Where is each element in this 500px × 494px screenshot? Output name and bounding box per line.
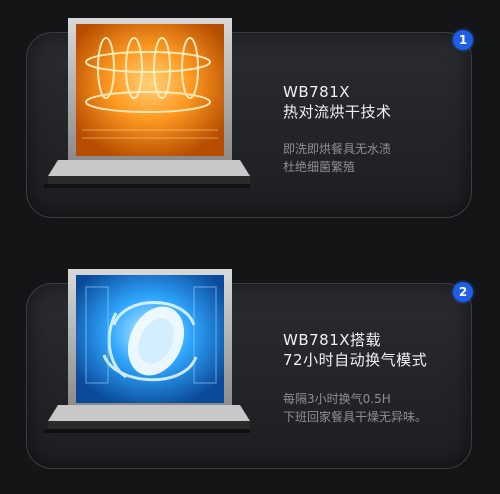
feature-description-line2: 下班回家餐具干燥无异味。 bbox=[283, 410, 428, 424]
ventilation-dishwasher-illustration bbox=[44, 269, 250, 433]
feature-title: 热对流烘干技术 bbox=[283, 103, 392, 121]
feature-description-line1: 每隔3小时换气0.5H bbox=[283, 392, 391, 406]
feature-description-line1: 即洗即烘餐具无水渍 bbox=[283, 142, 392, 156]
feature-title-model: WB781X搭载 bbox=[283, 331, 382, 349]
feature-title-model: WB781X bbox=[283, 83, 351, 101]
hot-air-dishwasher-illustration bbox=[44, 18, 250, 188]
step-badge-1: 1 bbox=[453, 30, 473, 50]
step-badge-2: 2 bbox=[453, 282, 473, 302]
feature-description-line2: 杜绝细菌繁殖 bbox=[283, 160, 356, 174]
feature-title: 72小时自动换气模式 bbox=[283, 351, 428, 369]
